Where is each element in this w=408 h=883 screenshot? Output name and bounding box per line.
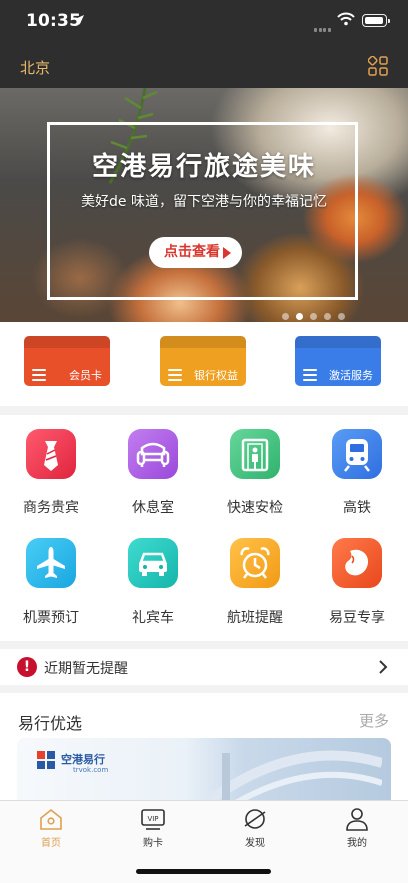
cellular-signal-icon (314, 17, 332, 36)
vip-card-icon: VIP (141, 809, 165, 830)
card-shortcuts: 会员卡 银行权益 激活服务 (0, 322, 408, 406)
banner-view-label: 点击查看 (164, 244, 220, 260)
status-bar: 10:35 (0, 0, 408, 44)
home-icon (40, 808, 62, 830)
service-grid: 商务贵宾 休息室 快速安检 高铁 机票预订 礼宾车 航班提醒 易豆专享 (0, 415, 408, 641)
alarm-clock-icon (230, 538, 280, 588)
home-indicator[interactable] (136, 869, 271, 874)
tab-label: 首页 (41, 838, 61, 849)
brand-logo-icon (37, 751, 55, 769)
tab-label: 购卡 (143, 838, 163, 849)
tab-label: 发现 (245, 838, 265, 849)
menu-lines-icon (168, 369, 182, 384)
wifi-icon (337, 12, 355, 26)
menu-lines-icon (303, 369, 317, 384)
service-label: 礼宾车 (132, 610, 174, 626)
activate-service-button[interactable]: 激活服务 (295, 336, 381, 386)
member-card-button[interactable]: 会员卡 (24, 336, 110, 386)
banner-view-button[interactable]: 点击查看 (149, 237, 242, 268)
city-selector[interactable]: 北京 (20, 57, 50, 78)
card-label: 银行权益 (194, 369, 238, 382)
card-label: 激活服务 (329, 369, 373, 382)
play-triangle-icon (223, 247, 231, 259)
card-label: 会员卡 (69, 369, 102, 382)
bean-icon (332, 538, 382, 588)
top-header: 10:35 北京 (0, 0, 408, 88)
promo-banner[interactable]: 空港易行旅途美味 美好de 味道，留下空港与你的幸福记忆 点击查看 (0, 88, 408, 322)
carousel-dot[interactable] (310, 313, 317, 320)
sofa-icon (128, 429, 178, 479)
car-icon (128, 538, 178, 588)
service-label: 休息室 (132, 500, 174, 516)
service-label: 航班提醒 (227, 610, 283, 626)
app-grid-icon[interactable] (368, 56, 388, 76)
tab-buy-card[interactable]: VIP 购卡 (102, 807, 204, 849)
service-label: 快速安检 (227, 500, 283, 516)
tie-icon (26, 429, 76, 479)
tab-home[interactable]: 首页 (0, 807, 102, 849)
section-title: 易行优选 (18, 714, 83, 733)
carousel-dots[interactable] (282, 305, 352, 322)
promo-url: trvok.com (73, 766, 109, 774)
carousel-dot[interactable] (282, 313, 289, 320)
menu-lines-icon (32, 369, 46, 384)
carousel-dot[interactable] (324, 313, 331, 320)
planet-icon (244, 809, 266, 829)
location-arrow-icon (74, 15, 84, 25)
carousel-dot[interactable] (338, 313, 345, 320)
chevron-right-icon (379, 660, 388, 674)
more-link[interactable]: 更多 (359, 710, 389, 731)
banner-title: 空港易行旅途美味 (91, 152, 316, 182)
security-gate-icon (230, 429, 280, 479)
flight-reminder-bar[interactable]: ! 近期暂无提醒 (0, 649, 408, 685)
person-icon (346, 808, 368, 831)
tab-mine[interactable]: 我的 (306, 807, 408, 849)
service-label: 高铁 (343, 500, 371, 516)
bank-benefits-button[interactable]: 银行权益 (160, 336, 246, 386)
promo-brand: 空港易行 (61, 753, 105, 766)
reminder-text: 近期暂无提醒 (44, 661, 128, 677)
banner-subtitle: 美好de 味道，留下空港与你的幸福记忆 (81, 194, 327, 210)
svg-text:VIP: VIP (147, 815, 158, 823)
train-icon (332, 429, 382, 479)
battery-icon (362, 14, 390, 27)
service-label: 机票预订 (23, 610, 79, 626)
service-label: 商务贵宾 (23, 500, 79, 516)
carousel-dot-active[interactable] (296, 313, 303, 320)
warning-icon: ! (17, 657, 37, 677)
airplane-icon (26, 538, 76, 588)
service-label: 易豆专享 (329, 610, 385, 626)
tab-label: 我的 (347, 838, 367, 849)
tab-discover[interactable]: 发现 (204, 807, 306, 849)
preferred-section: 易行优选 更多 空港易行 trvok.com (0, 693, 408, 813)
